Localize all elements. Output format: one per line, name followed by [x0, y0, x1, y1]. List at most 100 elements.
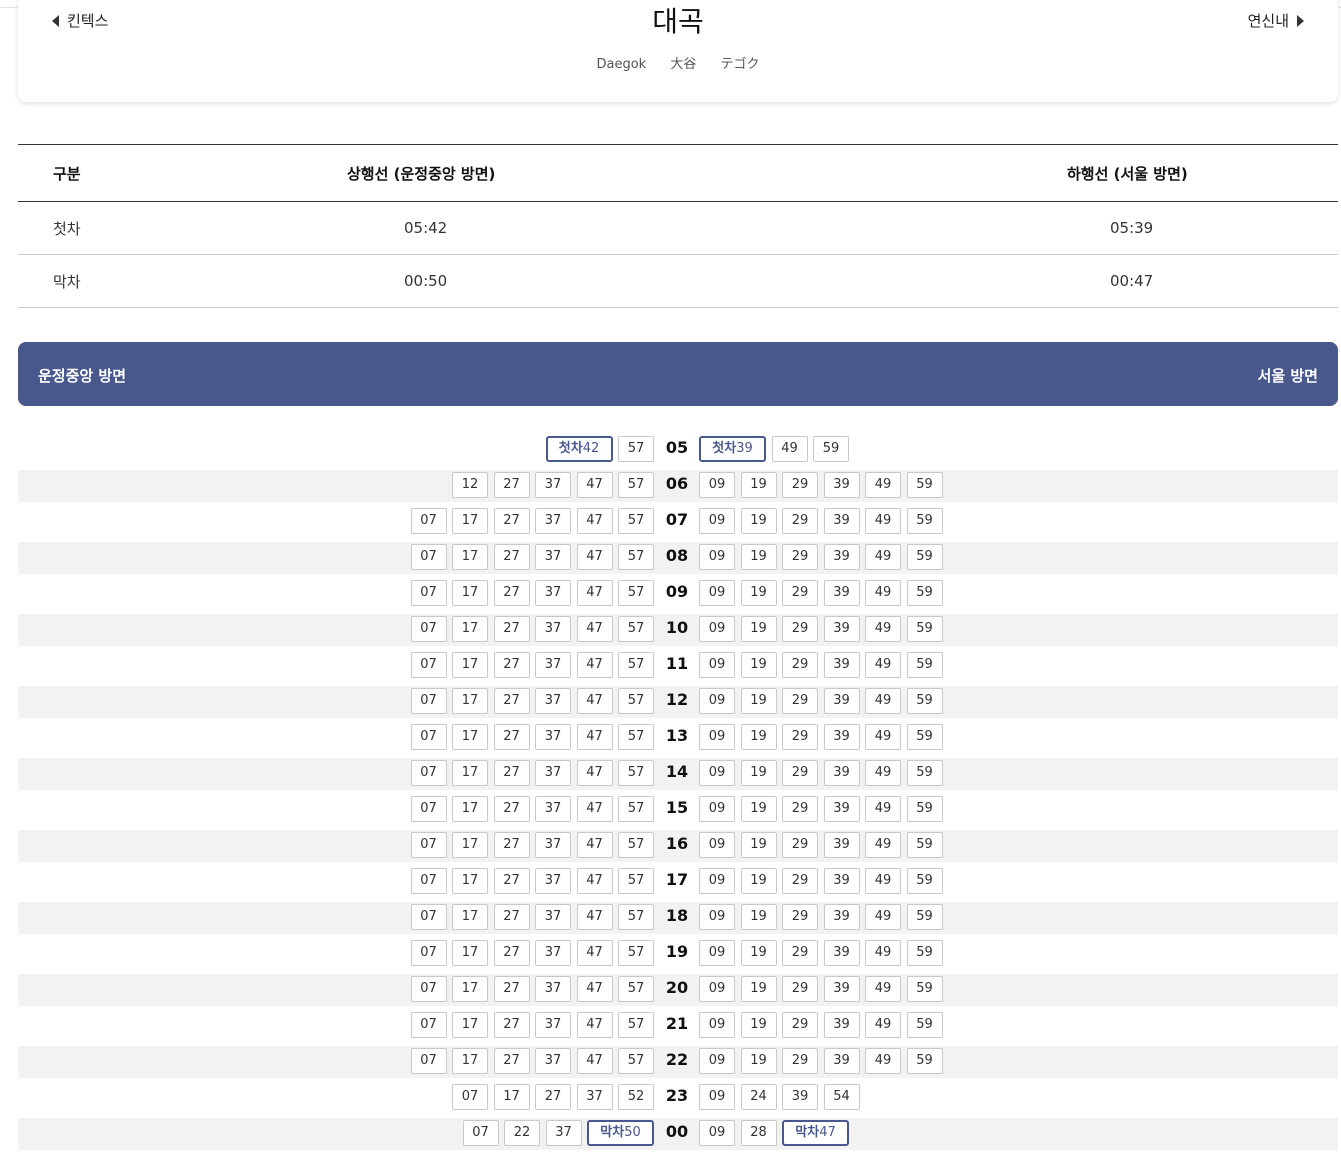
- departure-minute: 37: [535, 1048, 571, 1074]
- departure-minute: 49: [865, 796, 901, 822]
- station-translations: Daegok 大谷 テゴク: [18, 53, 1338, 72]
- departure-minute: 57: [618, 472, 654, 498]
- departure-minute: 39: [823, 472, 860, 498]
- departure-minute: 37: [535, 616, 571, 642]
- table-header-row: 구분 상행선 (운정중앙 방면) 하행선 (서울 방면): [18, 144, 1338, 202]
- down-time: 05:39: [740, 201, 1338, 255]
- timetable-row: 52 37 27 17 07 23 09 24 39 54: [18, 1082, 1338, 1114]
- departure-minute: 59: [906, 976, 943, 1002]
- direction-bar: 운정중앙 방면 서울 방면: [18, 342, 1338, 406]
- timetable-row: 57 47 37 27 17 07 08 09 19 29 39 49 59: [18, 542, 1338, 574]
- departure-minute: 19: [740, 724, 777, 750]
- departure-minute: 19: [740, 796, 777, 822]
- departure-minute: 57: [618, 1012, 654, 1038]
- departure-minute: 19: [740, 580, 777, 606]
- hour-label: 22: [665, 1050, 689, 1069]
- hour-label: 10: [665, 618, 689, 637]
- last-train-badge: 막차50: [587, 1120, 654, 1146]
- departure-minute: 07: [410, 760, 447, 786]
- departure-minute: 17: [452, 688, 488, 714]
- hour-label: 20: [665, 978, 689, 997]
- departure-minute: 49: [865, 580, 901, 606]
- departure-minute: 49: [865, 760, 901, 786]
- departure-minute: 49: [865, 940, 901, 966]
- departure-minute: 47: [576, 904, 613, 930]
- departure-minute: 27: [535, 1084, 571, 1110]
- departure-minute: 27: [493, 832, 530, 858]
- header-category: 구분: [18, 144, 344, 202]
- departure-minute: 27: [493, 472, 530, 498]
- departure-minute: 07: [410, 940, 447, 966]
- departure-minute: 59: [906, 724, 943, 750]
- departure-minute: 09: [699, 760, 735, 786]
- station-name-ja: テゴク: [720, 57, 760, 72]
- departure-minute: 59: [906, 796, 943, 822]
- departure-minute: 39: [823, 580, 860, 606]
- departure-minute: 27: [493, 652, 530, 678]
- departure-minute: 17: [452, 868, 488, 894]
- next-station-link[interactable]: 연신내: [1248, 10, 1304, 31]
- departure-minute: 37: [535, 580, 571, 606]
- departure-minute: 29: [782, 976, 818, 1002]
- departure-minute: 47: [576, 508, 613, 534]
- departure-minute: 49: [865, 472, 901, 498]
- departure-minute: 19: [740, 472, 777, 498]
- station-name-zh: 大谷: [670, 57, 697, 72]
- station-header-card: 킨텍스 대곡 연신내 Daegok 大谷 テゴク: [18, 0, 1338, 102]
- departure-minute: 37: [535, 688, 571, 714]
- departure-minute: 19: [740, 976, 777, 1002]
- departure-minute: 57: [618, 544, 654, 570]
- departure-minute: 37: [535, 544, 571, 570]
- departure-minute: 47: [576, 760, 613, 786]
- hour-label: 16: [665, 834, 689, 853]
- departure-minute: 09: [699, 1120, 735, 1146]
- departure-minute: 49: [865, 508, 901, 534]
- departure-minute: 07: [410, 688, 447, 714]
- timetable-row: 57 47 37 27 17 07 19 09 19 29 39 49 59: [18, 938, 1338, 970]
- timetable-row: 57 47 37 27 12 06 09 19 29 39 49 59: [18, 470, 1338, 502]
- departure-minute: 29: [782, 652, 818, 678]
- departure-minute: 57: [618, 724, 654, 750]
- departure-minute: 19: [740, 1048, 777, 1074]
- departure-minute: 47: [576, 868, 613, 894]
- departure-minute: 49: [865, 868, 901, 894]
- departure-minute: 59: [906, 688, 943, 714]
- departure-minute: 09: [699, 508, 735, 534]
- departure-minute: 37: [535, 796, 571, 822]
- departure-minute: 19: [740, 688, 777, 714]
- departure-minute: 37: [535, 652, 571, 678]
- departure-minute: 27: [493, 940, 530, 966]
- departure-minute: 57: [618, 1048, 654, 1074]
- hour-label: 00: [665, 1122, 689, 1141]
- departure-minute: 49: [771, 436, 808, 462]
- departure-minute: 09: [699, 472, 735, 498]
- departure-minute: 07: [410, 580, 447, 606]
- departure-minute: 28: [740, 1120, 777, 1146]
- departure-minute: 57: [618, 652, 654, 678]
- departure-minute: 47: [576, 976, 613, 1002]
- departure-minute: 37: [535, 976, 571, 1002]
- departure-minute: 29: [782, 472, 818, 498]
- departure-minute: 12: [452, 472, 488, 498]
- departure-minute: 59: [813, 436, 849, 462]
- departure-minute: 39: [823, 832, 860, 858]
- departure-minute: 09: [699, 1084, 735, 1110]
- departure-minute: 39: [823, 508, 860, 534]
- departure-minute: 17: [452, 1048, 488, 1074]
- departure-minute: 29: [782, 760, 818, 786]
- departure-minute: 17: [493, 1084, 530, 1110]
- direction-up-label: 운정중앙 방면: [38, 367, 127, 385]
- departure-minute: 39: [823, 940, 860, 966]
- departure-minute: 24: [740, 1084, 777, 1110]
- departure-minute: 29: [782, 1048, 818, 1074]
- departure-minute: 27: [493, 580, 530, 606]
- timetable-row: 57 47 37 27 17 07 20 09 19 29 39 49 59: [18, 974, 1338, 1006]
- departure-minute: 39: [823, 688, 860, 714]
- departure-minute: 29: [782, 904, 818, 930]
- departure-minute: 49: [865, 544, 901, 570]
- departure-minute: 37: [535, 832, 571, 858]
- departure-minute: 27: [493, 796, 530, 822]
- departure-minute: 39: [823, 544, 860, 570]
- departure-minute: 57: [618, 760, 654, 786]
- timetable-row: 57 47 37 27 17 07 18 09 19 29 39 49 59: [18, 902, 1338, 934]
